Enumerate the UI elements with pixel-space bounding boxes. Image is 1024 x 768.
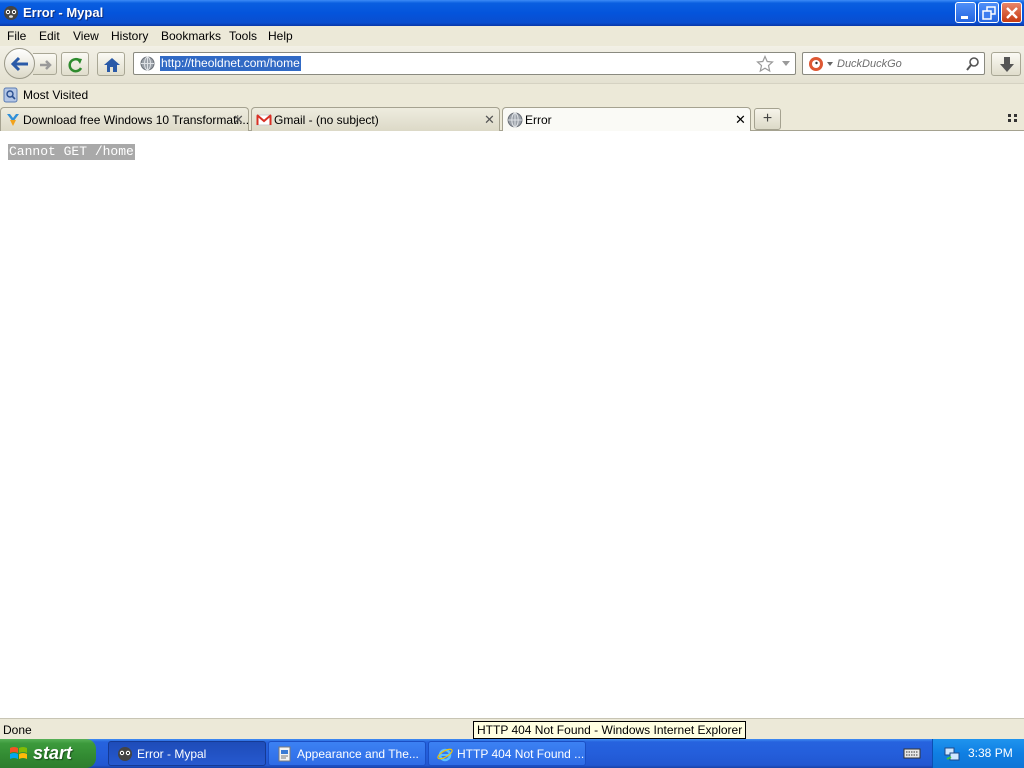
taskbar-item-mypal[interactable]: Error - Mypal xyxy=(108,741,266,766)
windows-flag-icon xyxy=(10,747,27,759)
list-all-tabs-icon[interactable] xyxy=(1007,112,1019,124)
mypal-raccoon-icon xyxy=(118,747,132,761)
tab-strip: Download free Windows 10 Transformati...… xyxy=(0,106,1024,132)
restore-button[interactable] xyxy=(978,2,999,23)
download-site-favicon-icon xyxy=(7,114,19,126)
taskbar-item-label: HTTP 404 Not Found ... xyxy=(457,747,585,761)
back-button[interactable] xyxy=(4,48,35,79)
window-title: Error - Mypal xyxy=(23,5,104,20)
network-icon[interactable] xyxy=(943,745,961,763)
tab-close-icon[interactable]: ✕ xyxy=(484,112,495,128)
tab-close-icon[interactable]: ✕ xyxy=(233,112,244,128)
duckduckgo-icon[interactable] xyxy=(808,56,834,72)
taskbar-item-label: Error - Mypal xyxy=(137,747,207,761)
restore-icon xyxy=(982,6,996,20)
system-tray: 3:38 PM xyxy=(932,739,1024,768)
url-text[interactable]: http://theoldnet.com/home xyxy=(160,56,301,71)
taskbar-clock: 3:38 PM xyxy=(968,746,1013,760)
taskbar-tooltip: HTTP 404 Not Found - Windows Internet Ex… xyxy=(473,721,747,739)
tab-windows-transformation[interactable]: Download free Windows 10 Transformati...… xyxy=(0,107,249,131)
search-input[interactable] xyxy=(837,55,961,72)
bookmarks-toolbar: Most Visited xyxy=(0,84,1024,106)
start-label: start xyxy=(33,743,73,763)
window-titlebar[interactable]: Error - Mypal xyxy=(0,0,1024,26)
tab-error[interactable]: Error ✕ xyxy=(502,107,751,132)
menu-tools[interactable]: Tools xyxy=(229,29,257,43)
forward-button[interactable] xyxy=(33,53,57,75)
menu-bookmarks[interactable]: Bookmarks xyxy=(161,29,221,43)
close-icon xyxy=(1006,7,1018,19)
tab-label: Error xyxy=(525,113,552,127)
menu-edit[interactable]: Edit xyxy=(39,29,60,43)
address-bar[interactable]: http://theoldnet.com/home xyxy=(133,52,796,75)
most-visited-folder-icon xyxy=(3,87,18,103)
taskbar-item-label: Appearance and The... xyxy=(297,747,419,761)
bookmark-star-icon[interactable] xyxy=(756,55,774,73)
downloads-button[interactable] xyxy=(991,52,1021,76)
menu-history[interactable]: History xyxy=(111,29,148,43)
tab-label: Gmail - (no subject) xyxy=(274,113,379,127)
globe-icon xyxy=(140,56,155,71)
control-panel-icon xyxy=(278,746,291,762)
mypal-raccoon-icon xyxy=(4,6,18,20)
home-icon xyxy=(104,58,120,72)
menu-view[interactable]: View xyxy=(73,29,99,43)
back-arrow-icon xyxy=(10,56,28,72)
search-icon[interactable] xyxy=(965,56,981,72)
search-box[interactable] xyxy=(802,52,985,75)
chevron-down-icon[interactable] xyxy=(780,57,792,69)
taskbar-item-appearance[interactable]: Appearance and The... xyxy=(268,741,426,766)
most-visited-label: Most Visited xyxy=(23,88,89,102)
keyboard-icon[interactable] xyxy=(903,746,921,760)
menu-file[interactable]: File xyxy=(7,29,26,43)
error-message: Cannot GET /home xyxy=(8,144,135,160)
minimize-icon xyxy=(961,16,968,19)
tab-label: Download free Windows 10 Transformati... xyxy=(23,113,249,127)
taskbar-item-ie[interactable]: HTTP 404 Not Found ... xyxy=(428,741,586,766)
menu-bar: File Edit View History Bookmarks Tools H… xyxy=(0,26,1024,46)
internet-explorer-icon xyxy=(437,748,453,762)
reload-button[interactable] xyxy=(61,52,89,76)
navigation-toolbar: http://theoldnet.com/home xyxy=(0,46,1024,84)
forward-arrow-icon xyxy=(40,60,52,70)
download-arrow-icon xyxy=(1000,57,1014,72)
taskbar: start Error - Mypal Appearance and The..… xyxy=(0,739,1024,768)
globe-icon xyxy=(507,112,523,128)
start-button[interactable]: start xyxy=(0,739,96,768)
status-text: Done xyxy=(3,723,32,737)
page-content: Cannot GET /home xyxy=(0,131,1024,718)
menu-help[interactable]: Help xyxy=(268,29,293,43)
new-tab-button[interactable]: + xyxy=(754,108,781,130)
minimize-button[interactable] xyxy=(955,2,976,23)
home-button[interactable] xyxy=(97,52,125,76)
gmail-icon xyxy=(256,114,272,126)
tab-close-icon[interactable]: ✕ xyxy=(735,112,746,128)
tab-gmail[interactable]: Gmail - (no subject) ✕ xyxy=(251,107,500,131)
bookmark-most-visited[interactable]: Most Visited xyxy=(3,86,88,104)
plus-icon: + xyxy=(762,110,773,127)
close-button[interactable] xyxy=(1001,2,1022,23)
reload-icon xyxy=(68,57,83,73)
